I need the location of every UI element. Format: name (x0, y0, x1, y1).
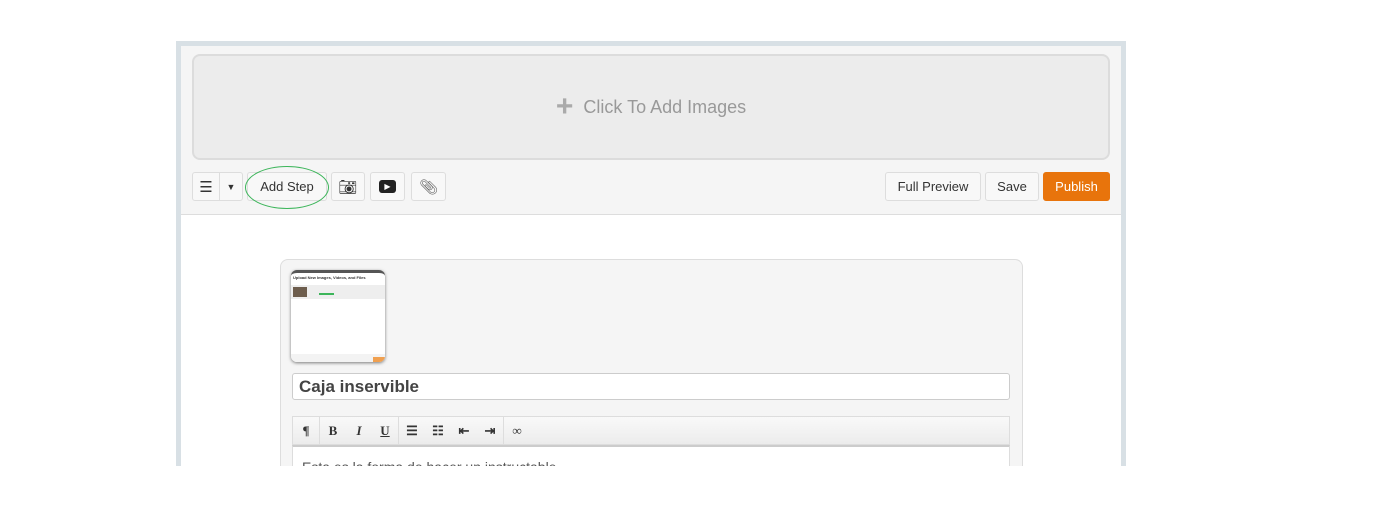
attach-file-button[interactable]: 📎︎ (411, 172, 446, 201)
numbered-list-button[interactable]: ☷ (425, 423, 451, 439)
underline-button[interactable]: U (372, 423, 398, 439)
bold-button[interactable]: B (320, 423, 346, 439)
add-step-button[interactable]: Add Step (247, 172, 327, 201)
add-images-dropzone[interactable]: + Click To Add Images (192, 54, 1110, 160)
publish-button[interactable]: Publish (1043, 172, 1110, 201)
step-list-button[interactable]: ☰ (192, 172, 220, 201)
add-photo-button[interactable]: 📷︎ (331, 172, 365, 201)
full-preview-button[interactable]: Full Preview (885, 172, 981, 201)
step-card: Upload New Images, Videos, and Files Caj… (280, 259, 1023, 466)
add-video-button[interactable]: ▶ (370, 172, 405, 201)
plus-icon: + (555, 90, 574, 123)
header-panel: + Click To Add Images ☰ ▼ Add Step 📷︎ ▶ … (181, 46, 1121, 215)
editor-toolbar: ¶ B I U ☰ ☷ ⇤ ⇥ ∞ (292, 416, 1010, 445)
paragraph-format-button[interactable]: ¶ (293, 423, 319, 439)
save-label: Save (997, 179, 1027, 194)
full-preview-label: Full Preview (897, 179, 969, 194)
main-content: Upload New Images, Videos, and Files Caj… (181, 215, 1121, 466)
publish-label: Publish (1055, 179, 1098, 194)
step-thumbnail[interactable]: Upload New Images, Videos, and Files (291, 270, 385, 362)
link-button[interactable]: ∞ (504, 423, 530, 439)
add-step-label: Add Step (260, 179, 314, 194)
outdent-button[interactable]: ⇤ (451, 423, 477, 439)
step-dropdown-button[interactable]: ▼ (219, 172, 243, 201)
paperclip-icon: 📎︎ (418, 178, 439, 196)
italic-button[interactable]: I (346, 423, 372, 439)
youtube-icon: ▶ (379, 180, 396, 193)
save-button[interactable]: Save (985, 172, 1039, 201)
step-body-editor[interactable]: Esta es la forma de hacer un instructabl… (292, 445, 1010, 466)
thumbnail-title: Upload New Images, Videos, and Files (293, 275, 366, 280)
step-title-input[interactable]: Caja inservible (292, 373, 1010, 400)
bullet-list-button[interactable]: ☰ (399, 423, 425, 439)
camera-icon: 📷︎ (338, 178, 358, 196)
indent-button[interactable]: ⇥ (477, 423, 503, 439)
dropzone-label: Click To Add Images (583, 96, 747, 117)
list-icon: ☰ (199, 178, 213, 196)
editor-frame: + Click To Add Images ☰ ▼ Add Step 📷︎ ▶ … (176, 41, 1126, 466)
caret-down-icon: ▼ (226, 181, 236, 192)
